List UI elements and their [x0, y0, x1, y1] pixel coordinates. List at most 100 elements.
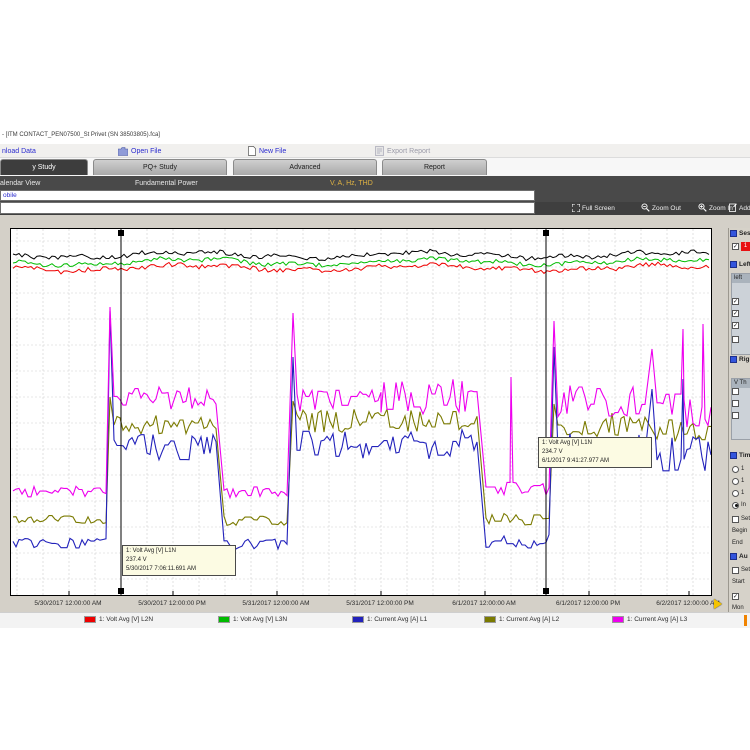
x-axis-label: 6/2/2017 12:00:00 AM [638, 600, 738, 607]
full-screen-button[interactable]: Full Screen [572, 203, 615, 214]
panel-title: Ses [739, 230, 750, 237]
legend-item[interactable]: 1: Current Avg [A] L2 [484, 616, 559, 623]
tooltip-line: 237.4 V [126, 556, 232, 565]
nav-calendar-view[interactable]: alendar View [0, 176, 40, 190]
sidebar-row: ✓ [732, 591, 750, 601]
title-bar: - [ITM CONTACT_PEN07500_St Privet (SN 38… [0, 130, 750, 144]
legend-label: 1: Volt Avg [V] L3N [233, 616, 287, 623]
x-axis-label: 5/31/2017 12:00:00 PM [330, 600, 430, 607]
checkbox[interactable] [732, 388, 739, 395]
nav-fundamental-power[interactable]: Fundamental Power [135, 176, 198, 190]
nav-v-a-hz-thd[interactable]: V, A, Hz, THD [330, 176, 373, 190]
sidebar-label: 1 [741, 466, 744, 472]
sidebar-row: ✓ [732, 320, 750, 330]
legend-swatch [218, 616, 230, 623]
tooltip-line: 234.7 V [542, 448, 648, 457]
search-row: Full Screen Zoom Out Zoom In Add Notes [0, 202, 750, 215]
add-notes-icon [729, 203, 737, 214]
series-1-volt-avg-v-l1n [13, 249, 709, 260]
sidebar-panel-header[interactable]: Au [730, 551, 750, 561]
chart-canvas[interactable] [11, 229, 711, 595]
tab-report[interactable]: Report [382, 159, 487, 175]
panel-icon [730, 356, 737, 363]
sidebar-row [732, 410, 750, 420]
export-report-icon [375, 146, 384, 156]
tooltip-line: 1: Volt Avg [V] L1N [542, 439, 648, 448]
radio-button[interactable] [732, 466, 739, 473]
sidebar-label: In [741, 502, 746, 508]
checkbox[interactable] [732, 412, 739, 419]
x-axis-label: 6/1/2017 12:00:00 AM [434, 600, 534, 607]
sidebar-row: ✓ [732, 308, 750, 318]
checkbox[interactable] [732, 336, 739, 343]
view-nav-bar: alendar View Fundamental Power V, A, Hz,… [0, 176, 750, 190]
add-notes-button[interactable]: Add Notes [729, 203, 750, 214]
new-file-button[interactable]: New File [248, 145, 286, 157]
radio-button[interactable] [732, 490, 739, 497]
tab-pq-study[interactable]: PQ+ Study [93, 159, 227, 175]
new-file-icon [248, 146, 256, 156]
zoom-in-icon [698, 203, 707, 214]
legend-item[interactable]: 1: Current Avg [A] L3 [612, 616, 687, 623]
session-chip[interactable]: 1 [741, 242, 750, 251]
zoom-in-button[interactable]: Zoom In [698, 203, 733, 214]
tooltip-line: 6/1/2017 9:41:27.977 AM [542, 457, 648, 466]
checkbox[interactable]: ✓ [732, 243, 739, 250]
checkbox[interactable]: ✓ [732, 593, 739, 600]
panel-box-header: left [732, 274, 750, 283]
legend-item[interactable]: 1: Volt Avg [V] L3N [218, 616, 287, 623]
chart-cursor[interactable] [118, 229, 124, 595]
sidebar-label: Start [732, 579, 745, 585]
sidebar-panel-header[interactable]: Ses [730, 228, 750, 238]
sidebar-row: Start [732, 577, 750, 587]
sidebar-row: End [732, 538, 750, 548]
tab-study[interactable]: y Study [0, 159, 88, 175]
sidebar-row: In [732, 500, 750, 510]
x-axis-label: 5/30/2017 12:00:00 AM [18, 600, 118, 607]
sidebar-panel-header[interactable]: Left [730, 259, 750, 269]
checkbox[interactable] [732, 400, 739, 407]
sidebar-panel-header[interactable]: Time [730, 450, 750, 460]
chart-grid [11, 229, 711, 595]
export-report-button[interactable]: Export Report [375, 145, 430, 157]
chart[interactable] [10, 228, 712, 596]
checkbox[interactable]: ✓ [732, 310, 739, 317]
sidebar-row: Mon [732, 603, 750, 612]
checkbox[interactable] [732, 567, 739, 574]
full-screen-icon [572, 204, 580, 214]
chart-cursor[interactable] [543, 229, 549, 595]
radio-button[interactable] [732, 478, 739, 485]
radio-button[interactable] [732, 502, 739, 509]
main-toolbar: nload Data Open File New File Export Rep… [0, 144, 750, 158]
legend-item[interactable]: 1: Volt Avg [V] L2N [84, 616, 153, 623]
checkbox[interactable] [732, 516, 739, 523]
sidebar-label: End [732, 540, 743, 546]
zoom-out-button[interactable]: Zoom Out [641, 203, 681, 214]
sidebar-row: 1 [732, 464, 750, 474]
sidebar-row: 1 [732, 476, 750, 486]
profile-row: obile [0, 190, 750, 202]
profile-input[interactable]: obile [0, 190, 535, 201]
checkbox[interactable]: ✓ [732, 298, 739, 305]
tab-advanced[interactable]: Advanced [233, 159, 377, 175]
open-file-button[interactable]: Open File [118, 145, 161, 157]
legend-scroll-marker [744, 615, 747, 626]
checkbox[interactable]: ✓ [732, 322, 739, 329]
legend-swatch [612, 616, 624, 623]
legend-label: 1: Current Avg [A] L1 [367, 616, 427, 623]
sidebar-row: Begin [732, 526, 750, 536]
series-1-current-avg-a-l1 [13, 311, 711, 549]
sidebar-panel-header[interactable]: Righ [730, 354, 750, 364]
tooltip-line: 1: Volt Avg [V] L1N [126, 547, 232, 556]
panel-title: Righ [739, 356, 750, 363]
tooltip-line: 5/30/2017 7:06:11.691 AM [126, 565, 232, 574]
panel-title: Time [739, 452, 750, 459]
zoom-out-icon [641, 203, 650, 214]
download-data-button[interactable]: nload Data [2, 145, 36, 157]
sidebar-label: 1 [741, 490, 744, 496]
next-page-arrow-icon[interactable] [714, 599, 722, 609]
panel-title: Left [739, 261, 750, 268]
search-input[interactable] [0, 202, 535, 214]
sidebar-label: Mon [732, 605, 744, 611]
legend-item[interactable]: 1: Current Avg [A] L1 [352, 616, 427, 623]
